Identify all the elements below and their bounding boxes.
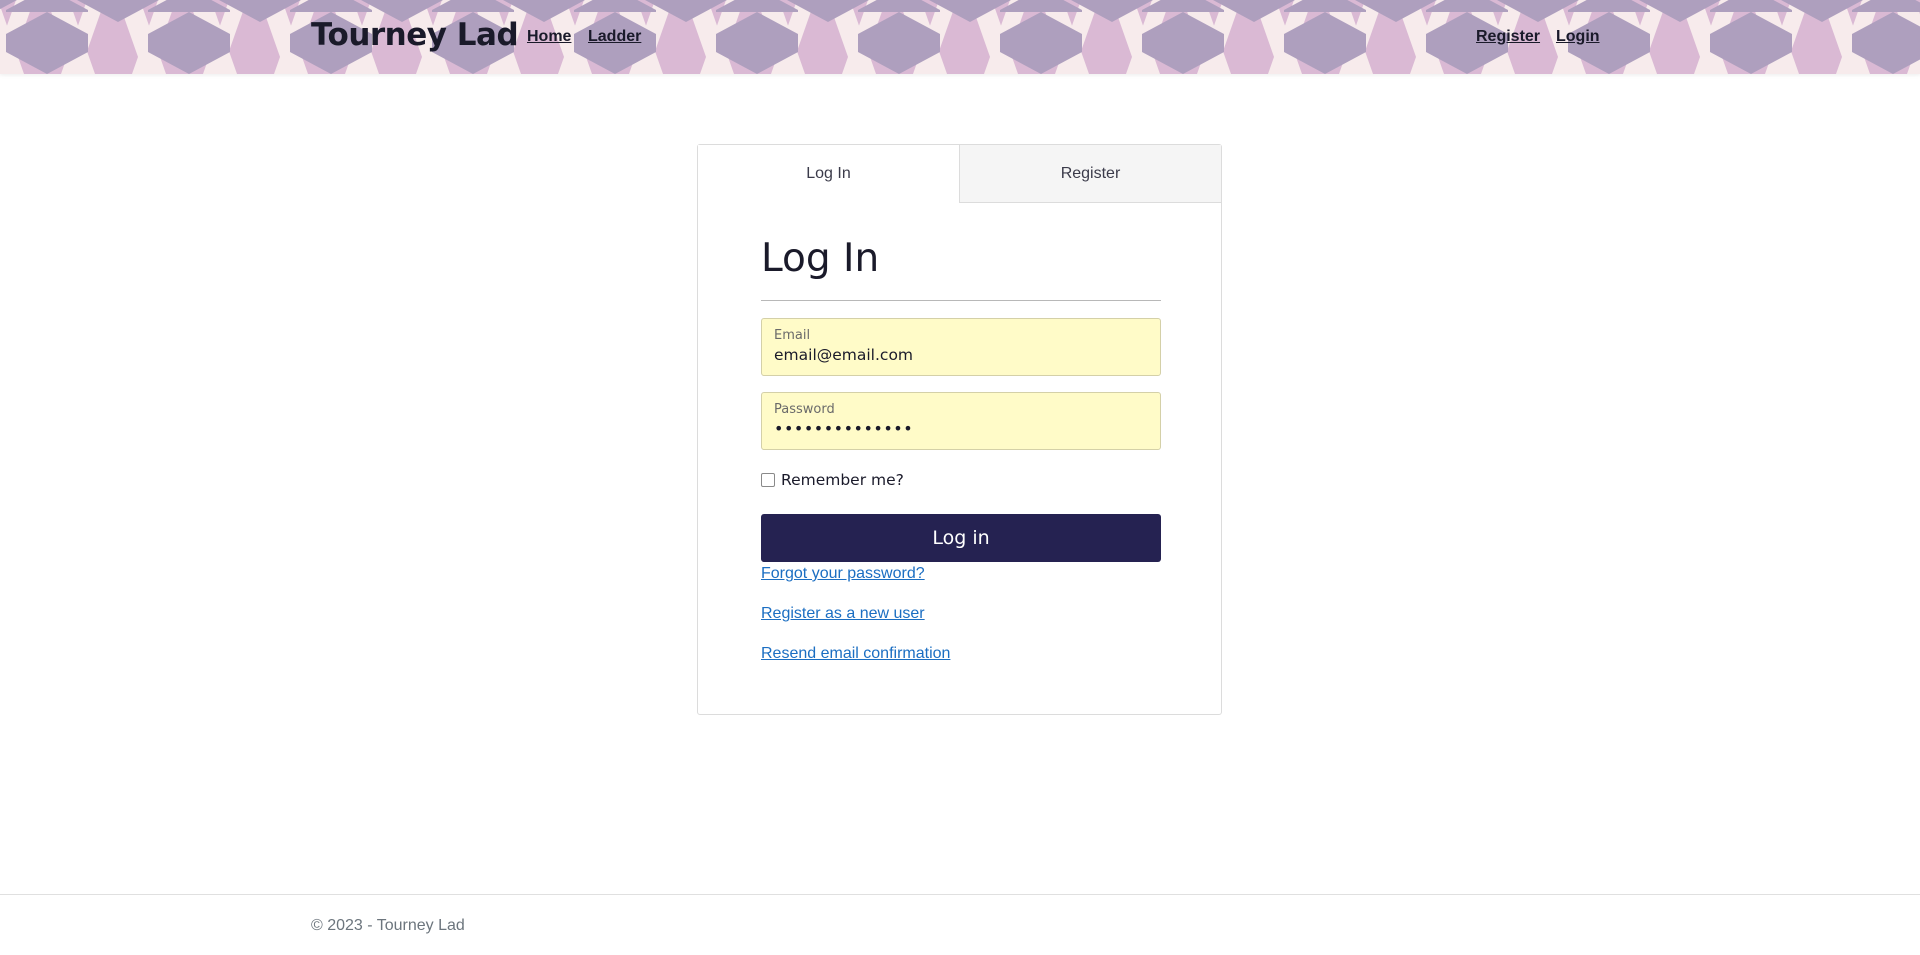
forgot-password-link[interactable]: Forgot your password? xyxy=(761,565,925,583)
footer: © 2023 - Tourney Lad xyxy=(0,894,1920,955)
password-field[interactable]: Password •••••••••••••• xyxy=(761,392,1161,450)
nav-login-link[interactable]: Login xyxy=(1556,28,1600,46)
resend-confirmation-link[interactable]: Resend email confirmation xyxy=(761,645,950,663)
top-navbar: Tourney Lad Home Ladder Register Login xyxy=(0,0,1920,74)
password-field-label: Password xyxy=(774,402,835,417)
header-geometric-pattern xyxy=(0,0,1920,74)
email-field[interactable]: Email email@email.com xyxy=(761,318,1161,376)
password-field-value[interactable]: •••••••••••••• xyxy=(774,419,913,438)
remember-me-label[interactable]: Remember me? xyxy=(781,471,904,489)
register-new-user-link[interactable]: Register as a new user xyxy=(761,605,925,623)
title-divider xyxy=(761,300,1161,301)
remember-me-checkbox[interactable] xyxy=(761,473,775,487)
login-card: Log In Register Log In Email email@email… xyxy=(697,144,1222,715)
page-title: Log In xyxy=(761,236,880,281)
tab-register[interactable]: Register xyxy=(960,145,1221,203)
email-field-label: Email xyxy=(774,328,811,343)
nav-register-link[interactable]: Register xyxy=(1476,28,1540,46)
brand-logo-link[interactable]: Tourney Lad xyxy=(311,17,519,53)
nav-ladder-link[interactable]: Ladder xyxy=(588,28,641,46)
tab-log-in[interactable]: Log In xyxy=(698,145,960,203)
nav-home-link[interactable]: Home xyxy=(527,28,571,46)
auth-tabs: Log In Register xyxy=(698,145,1221,203)
copyright-text: © 2023 - Tourney Lad xyxy=(311,917,465,934)
email-field-value[interactable]: email@email.com xyxy=(774,346,913,364)
log-in-button[interactable]: Log in xyxy=(761,514,1161,562)
